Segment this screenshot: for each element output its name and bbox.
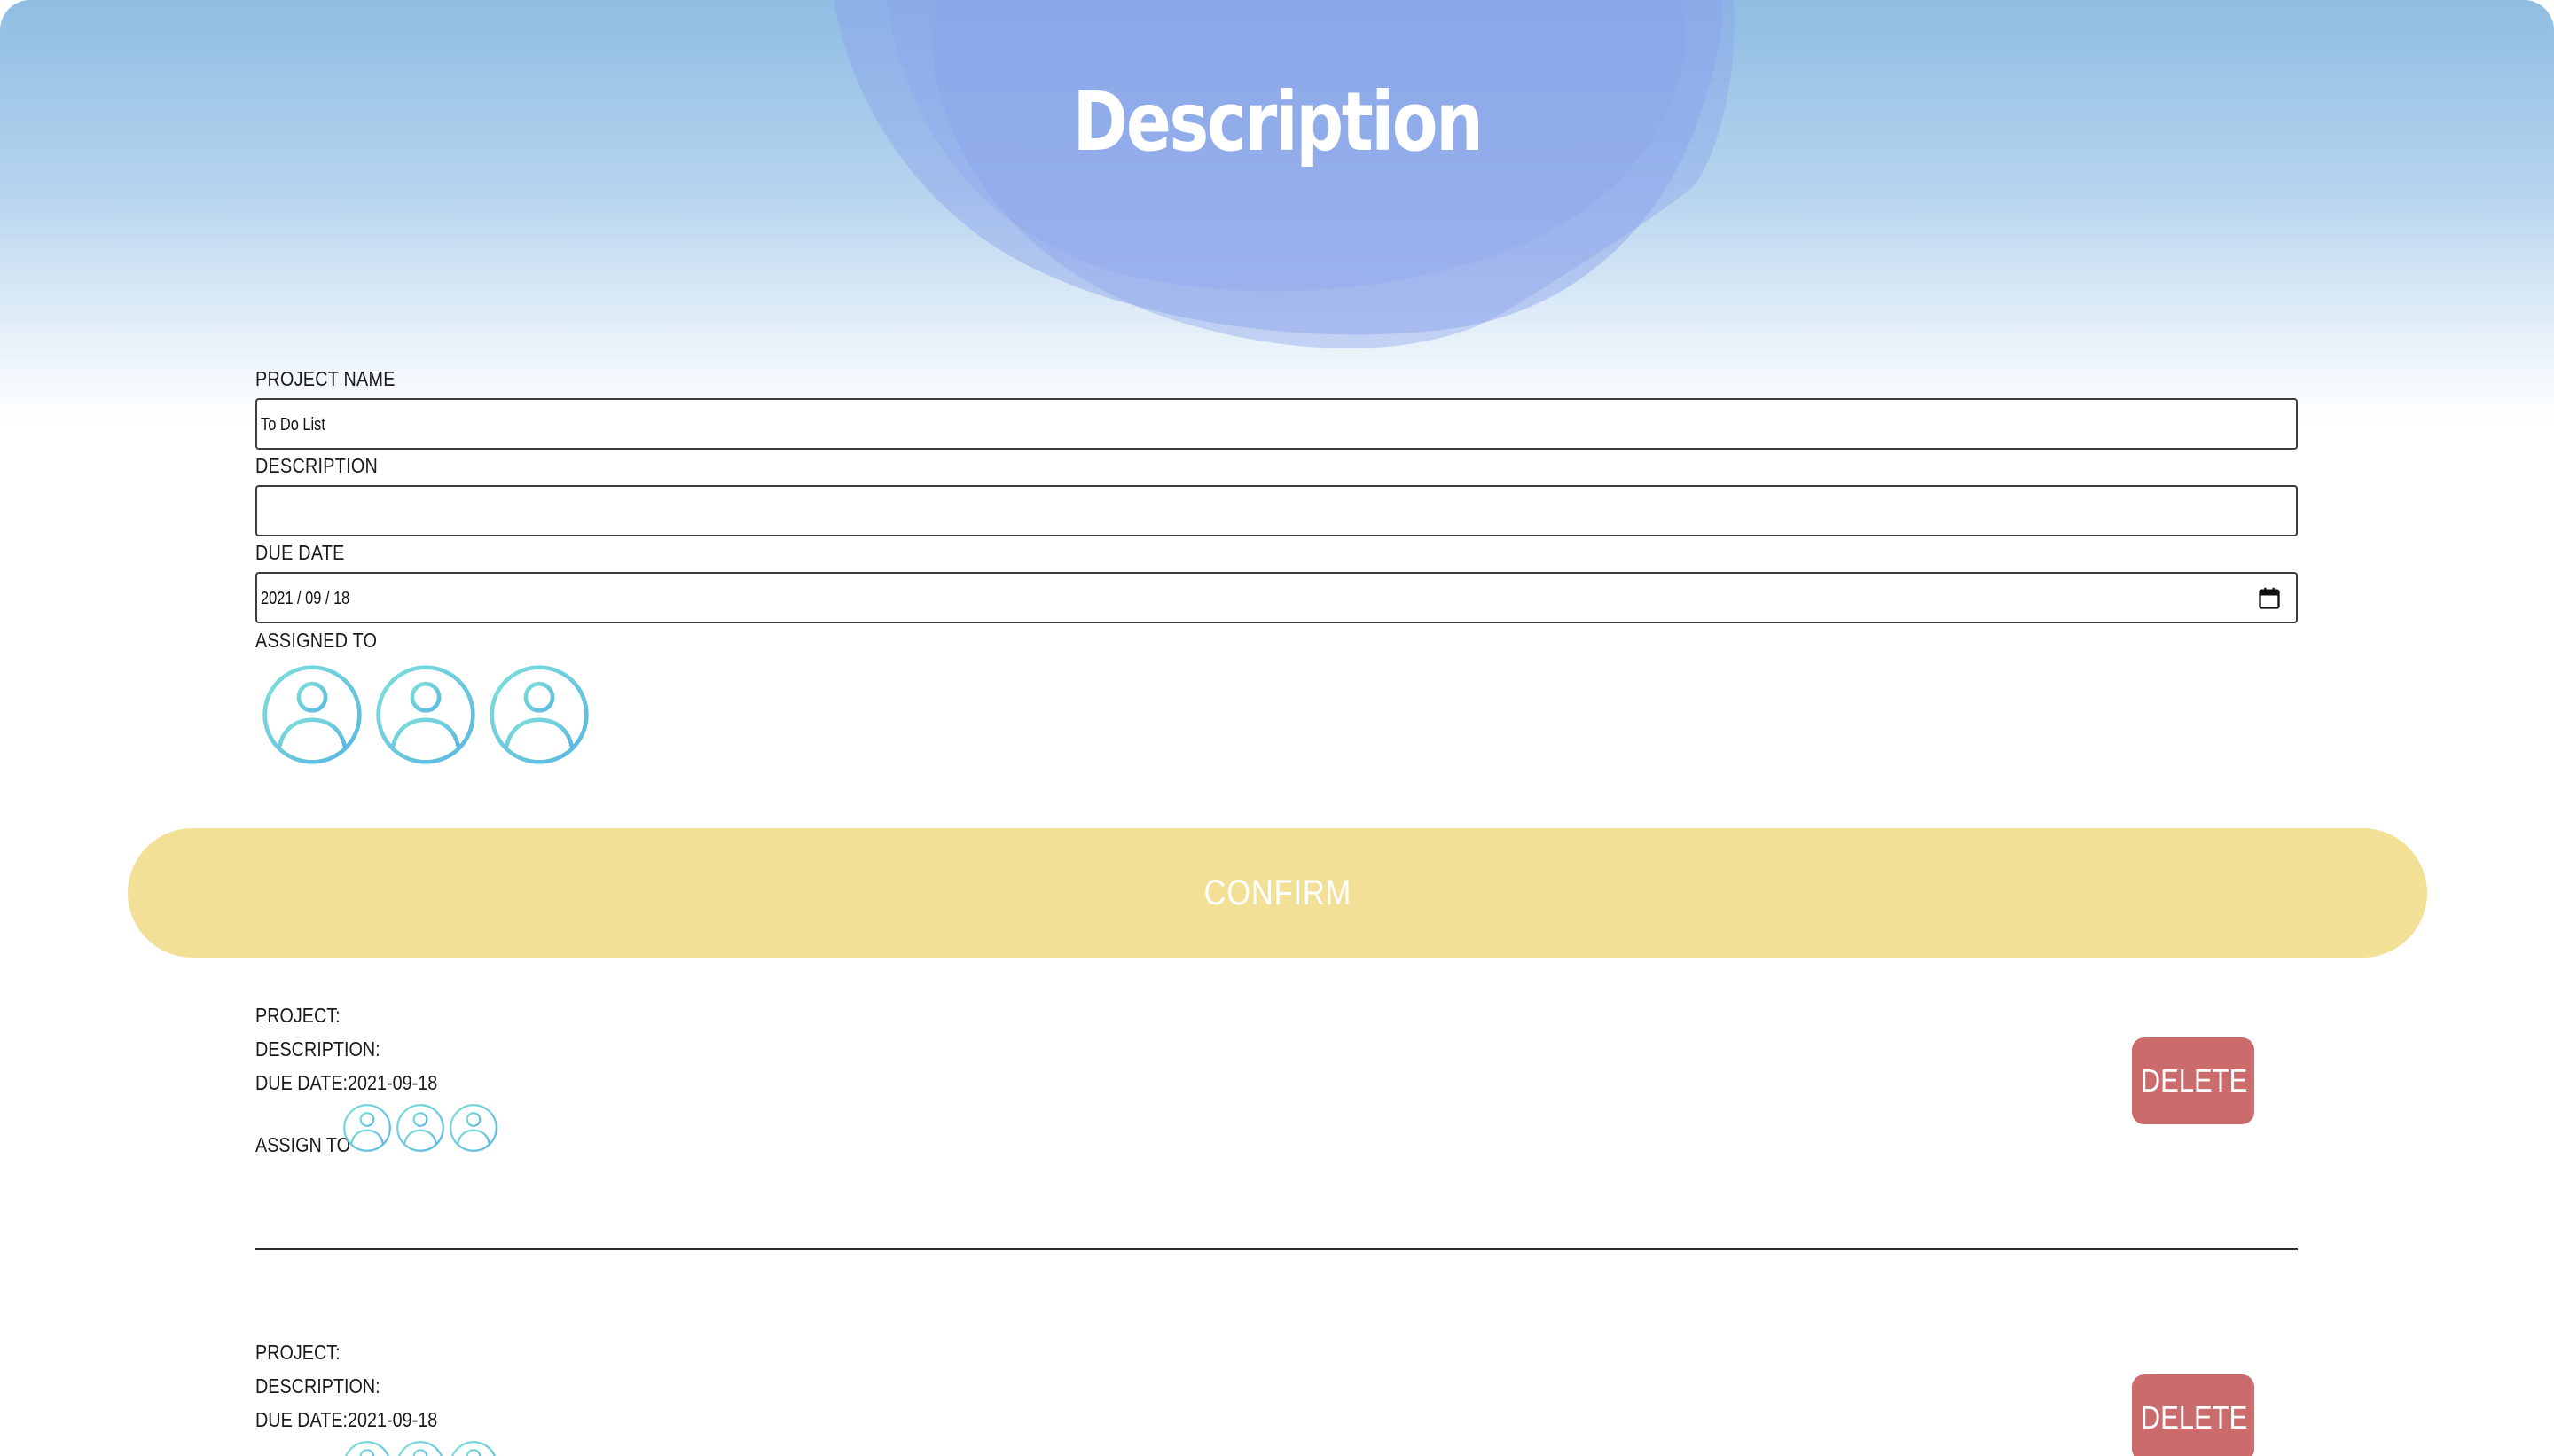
user-avatar-icon[interactable] — [261, 663, 364, 766]
project-name-value: To Do List — [261, 415, 325, 434]
page-title: Description — [1072, 74, 1484, 169]
user-avatar-icon — [398, 1441, 443, 1456]
due-date-label: DUE DATE — [255, 541, 345, 564]
assign-to-label: ASSIGN TO — [255, 1133, 351, 1156]
description-label: DESCRIPTION — [255, 454, 379, 477]
divider — [255, 1248, 2298, 1250]
user-avatar-icon[interactable] — [488, 663, 591, 766]
project-name-input[interactable]: To Do List — [255, 398, 2298, 450]
project-label: PROJECT: — [255, 1004, 341, 1027]
due-date-label: DUE DATE:2021-09-18 — [255, 1071, 438, 1094]
calendar-icon[interactable] — [2257, 586, 2282, 611]
header-blob-decoration — [834, 0, 1735, 348]
confirm-button[interactable]: CONFIRM — [128, 828, 2427, 958]
user-avatar-icon[interactable] — [374, 663, 477, 766]
user-avatar-icon — [345, 1441, 389, 1456]
due-date-input[interactable]: 2021 / 09 / 18 — [255, 572, 2298, 623]
page: Description PROJECT NAME To Do List DESC… — [0, 0, 2554, 1456]
user-avatar-icon — [343, 1104, 391, 1152]
description-label: DESCRIPTION: — [255, 1374, 380, 1397]
user-avatar-icon — [396, 1104, 444, 1152]
description-input[interactable] — [255, 485, 2298, 536]
assigned-to-label: ASSIGNED TO — [255, 629, 378, 652]
project-label: PROJECT: — [255, 1341, 341, 1364]
delete-button-label: DELETE — [2140, 1062, 2248, 1099]
description-label: DESCRIPTION: — [255, 1037, 380, 1061]
delete-button[interactable]: DELETE — [2132, 1037, 2254, 1124]
project-name-label: PROJECT NAME — [255, 367, 396, 390]
delete-button[interactable]: DELETE — [2132, 1374, 2254, 1456]
delete-button-label: DELETE — [2140, 1399, 2248, 1436]
user-avatar-icon — [451, 1441, 496, 1456]
due-date-value: 2021 / 09 / 18 — [261, 589, 350, 608]
due-date-label: DUE DATE:2021-09-18 — [255, 1408, 438, 1431]
user-avatar-icon — [450, 1104, 497, 1152]
confirm-button-label: CONFIRM — [1203, 873, 1351, 912]
